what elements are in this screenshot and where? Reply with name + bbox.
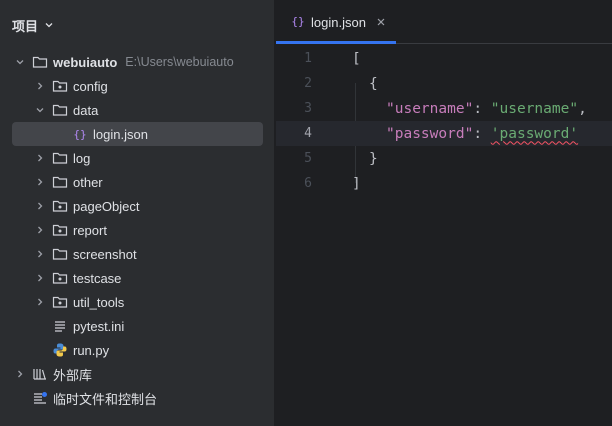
- code-text: [: [352, 50, 361, 67]
- code-line[interactable]: 6 ]: [276, 171, 612, 196]
- tab-label: login.json: [311, 14, 366, 30]
- scratches-icon: [32, 390, 48, 406]
- tree-item-label: util_tools: [73, 294, 125, 310]
- project-path-hint: E:\Users\webuiauto: [125, 55, 234, 69]
- tree-item-label: testcase: [73, 270, 122, 286]
- close-icon[interactable]: [376, 17, 386, 27]
- svg-text:{}: {}: [291, 15, 304, 28]
- editor-area: {} login.json 1 [ 2 { 3 "username": "use…: [276, 0, 612, 426]
- json-key: "password": [386, 125, 474, 142]
- line-number: 6: [304, 176, 312, 191]
- tree-item-run-py[interactable]: run.py: [0, 338, 275, 362]
- json-string-value: "username": [490, 100, 579, 117]
- code-line[interactable]: 5 }: [276, 146, 612, 171]
- chevron-right-icon[interactable]: [34, 152, 46, 164]
- tree-item-login-json[interactable]: {} login.json: [0, 122, 275, 146]
- tree-item-label: report: [73, 222, 107, 238]
- code-text: "password": 'password': [386, 126, 578, 142]
- tree-item-util-tools[interactable]: util_tools: [0, 290, 275, 314]
- code-text: "username": "username",: [386, 101, 587, 117]
- json-braces-icon: {}: [72, 126, 88, 142]
- tree-item-webuiauto[interactable]: webuiauto E:\Users\webuiauto: [0, 50, 275, 74]
- editor-tab-bar: {} login.json: [276, 0, 612, 44]
- chevron-right-icon[interactable]: [34, 248, 46, 260]
- tree-item-label: pytest.ini: [73, 318, 125, 334]
- chevron-right-icon[interactable]: [34, 200, 46, 212]
- chevron-right-icon[interactable]: [34, 176, 46, 188]
- chevron-down-icon[interactable]: [34, 104, 46, 116]
- tree-item-label: data: [73, 102, 99, 118]
- ini-file-icon: [52, 318, 68, 334]
- tree-item-label: 外部库: [53, 367, 93, 383]
- tree-item-report[interactable]: report: [0, 218, 275, 242]
- tree-item-label: screenshot: [73, 246, 137, 262]
- project-panel-title: 项目: [12, 18, 39, 34]
- folder-icon: [52, 150, 68, 166]
- tree-item-pytest-ini[interactable]: pytest.ini: [0, 314, 275, 338]
- json-string-value-error: 'password': [490, 125, 579, 142]
- tree-item-config[interactable]: config: [0, 74, 275, 98]
- tree-item-label: run.py: [73, 342, 110, 358]
- tree-item-pageobject[interactable]: pageObject: [0, 194, 275, 218]
- line-number: 4: [304, 126, 312, 141]
- chevron-right-icon[interactable]: [34, 224, 46, 236]
- tree-item-log[interactable]: log: [0, 146, 275, 170]
- tree-item-scratches-and-consoles[interactable]: 临时文件和控制台: [0, 386, 275, 410]
- chevron-right-icon[interactable]: [34, 272, 46, 284]
- code-line-current[interactable]: 4 "password": 'password': [276, 121, 612, 146]
- package-folder-icon: [52, 294, 68, 310]
- chevron-right-icon[interactable]: [14, 368, 26, 380]
- code-line[interactable]: 3 "username": "username",: [276, 96, 612, 121]
- tree-item-screenshot[interactable]: screenshot: [0, 242, 275, 266]
- tree-item-external-libraries[interactable]: 外部库: [0, 362, 275, 386]
- json-colon: :: [473, 125, 491, 142]
- code-line[interactable]: 2 {: [276, 71, 612, 96]
- tree-item-other[interactable]: other: [0, 170, 275, 194]
- project-panel: 项目 webuiauto E:\Users\webuiauto config d…: [0, 0, 275, 426]
- code-text: {: [369, 75, 378, 92]
- package-folder-icon: [52, 198, 68, 214]
- line-number: 3: [304, 101, 312, 116]
- folder-icon: [52, 174, 68, 190]
- tree-item-label: log: [73, 150, 91, 166]
- tree-item-label: webuiauto: [53, 54, 118, 70]
- json-colon: :: [473, 100, 491, 117]
- python-file-icon: [52, 342, 68, 358]
- code-text: }: [369, 150, 378, 167]
- svg-text:{}: {}: [73, 128, 86, 141]
- chevron-down-icon[interactable]: [14, 56, 26, 68]
- chevron-right-icon[interactable]: [34, 296, 46, 308]
- tab-login-json[interactable]: {} login.json: [276, 0, 396, 44]
- tree-item-label: pageObject: [73, 198, 140, 214]
- tree-item-testcase[interactable]: testcase: [0, 266, 275, 290]
- line-number: 2: [304, 76, 312, 91]
- folder-icon: [52, 102, 68, 118]
- json-braces-icon: {}: [290, 13, 306, 32]
- line-number: 5: [304, 151, 312, 166]
- tree-item-label: login.json: [93, 126, 148, 142]
- folder-icon: [32, 54, 48, 70]
- code-text: ]: [352, 175, 361, 192]
- code-line[interactable]: 1 [: [276, 46, 612, 71]
- json-key: "username": [386, 100, 474, 117]
- tree-item-label: 临时文件和控制台: [53, 391, 158, 407]
- project-panel-header[interactable]: 项目: [12, 15, 54, 35]
- package-folder-icon: [52, 78, 68, 94]
- tree-item-data[interactable]: data: [0, 98, 275, 122]
- folder-icon: [52, 246, 68, 262]
- active-tab-indicator: [276, 41, 396, 44]
- chevron-right-icon[interactable]: [34, 80, 46, 92]
- chevron-down-icon: [45, 23, 53, 28]
- tree-item-label: config: [73, 78, 108, 94]
- json-comma: ,: [578, 100, 587, 117]
- library-icon: [32, 366, 48, 382]
- package-folder-icon: [52, 222, 68, 238]
- package-folder-icon: [52, 270, 68, 286]
- tree-item-label: other: [73, 174, 103, 190]
- line-number: 1: [304, 51, 312, 66]
